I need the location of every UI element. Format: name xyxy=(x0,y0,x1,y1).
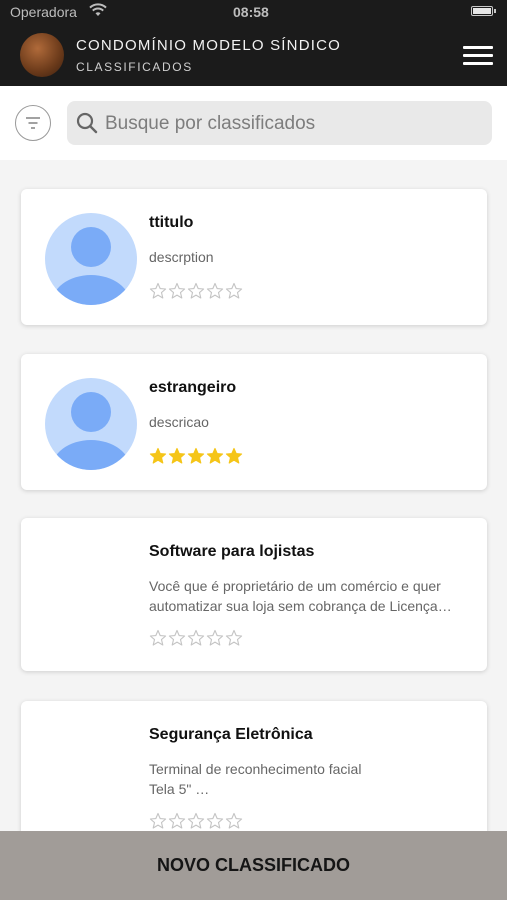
star-empty-icon xyxy=(168,629,186,646)
star-filled-icon xyxy=(225,447,243,464)
classified-card[interactable]: estrangeiro descricao xyxy=(21,354,487,490)
star-filled-icon xyxy=(149,447,167,464)
card-title: Software para lojistas xyxy=(149,543,315,560)
star-empty-icon xyxy=(187,282,205,299)
star-empty-icon xyxy=(168,812,186,829)
card-description: Você que é proprietário de um comércio e… xyxy=(149,578,452,614)
filter-button[interactable] xyxy=(15,105,51,141)
condo-logo xyxy=(20,33,64,77)
card-title: ttitulo xyxy=(149,214,194,231)
card-description: descrption xyxy=(149,249,214,265)
app-title: CONDOMÍNIO MODELO SÍNDICO xyxy=(76,37,342,54)
star-filled-icon xyxy=(168,447,186,464)
star-filled-icon xyxy=(206,447,224,464)
star-rating xyxy=(149,629,244,649)
star-filled-icon xyxy=(187,447,205,464)
classified-card[interactable]: ttitulo descrption xyxy=(21,189,487,325)
star-rating xyxy=(149,282,244,302)
card-title: estrangeiro xyxy=(149,379,237,396)
carrier-label: Operadora xyxy=(10,4,77,20)
star-empty-icon xyxy=(206,812,224,829)
star-rating xyxy=(149,812,244,832)
card-description: descricao xyxy=(149,414,209,430)
search-bar xyxy=(0,86,507,160)
star-empty-icon xyxy=(187,629,205,646)
avatar-placeholder-icon xyxy=(45,378,137,470)
star-empty-icon xyxy=(206,282,224,299)
star-empty-icon xyxy=(168,282,186,299)
star-empty-icon xyxy=(187,812,205,829)
star-empty-icon xyxy=(225,282,243,299)
avatar-placeholder-icon xyxy=(45,213,137,305)
star-empty-icon xyxy=(225,812,243,829)
search-input[interactable] xyxy=(103,101,487,147)
status-bar: Operadora 08:58 xyxy=(0,0,507,24)
star-empty-icon xyxy=(149,282,167,299)
search-box xyxy=(67,101,492,147)
hamburger-menu-icon[interactable] xyxy=(463,46,493,66)
star-empty-icon xyxy=(206,629,224,646)
star-empty-icon xyxy=(149,629,167,646)
app-header: CONDOMÍNIO MODELO SÍNDICO CLASSIFICADOS xyxy=(0,24,507,86)
wifi-icon xyxy=(89,3,107,16)
star-rating xyxy=(149,447,244,467)
star-empty-icon xyxy=(225,629,243,646)
card-description: Terminal de reconhecimento facial Tela 5… xyxy=(149,761,362,797)
new-classified-button[interactable]: NOVO CLASSIFICADO xyxy=(0,831,507,900)
search-icon xyxy=(76,112,98,134)
classified-card[interactable]: Software para lojistas Você que é proprie… xyxy=(21,518,487,671)
clock: 08:58 xyxy=(233,4,269,20)
card-title: Segurança Eletrônica xyxy=(149,726,313,743)
filter-icon xyxy=(25,116,40,129)
app-subtitle: CLASSIFICADOS xyxy=(76,60,193,74)
star-empty-icon xyxy=(149,812,167,829)
battery-icon xyxy=(471,6,496,16)
